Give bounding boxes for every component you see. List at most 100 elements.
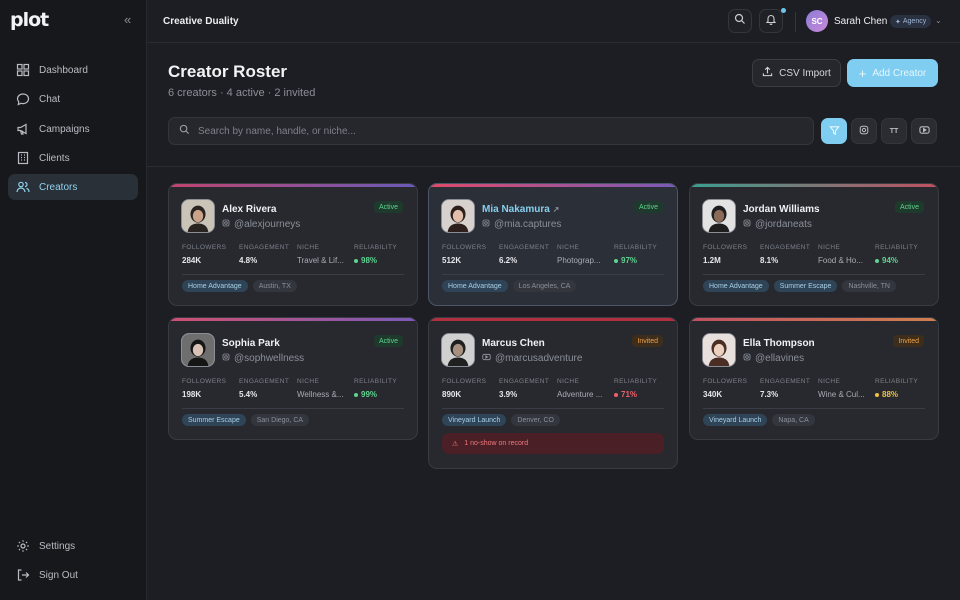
instagram-icon <box>859 125 869 137</box>
filter-tiktok-button[interactable]: TT <box>881 118 907 144</box>
instagram-icon <box>222 219 230 230</box>
creator-handle: @jordaneats <box>743 219 812 230</box>
campaign-tag[interactable]: Vineyard Launch <box>703 414 768 426</box>
sidebar-item-chat[interactable]: Chat <box>8 86 138 112</box>
card-accent-line <box>690 318 938 321</box>
external-link-icon[interactable]: ↗ <box>553 205 560 214</box>
creator-name[interactable]: Sophia Park <box>222 338 280 349</box>
sidebar-item-sign-out[interactable]: Sign Out <box>8 562 138 588</box>
status-badge: Active <box>373 201 403 213</box>
creator-card[interactable]: Marcus Chen @marcusadventure Invited FOL… <box>428 317 678 469</box>
filter-youtube-button[interactable] <box>911 118 937 144</box>
notification-dot <box>781 8 786 13</box>
followers-stat: FOLLOWERS 512K <box>442 244 487 265</box>
engagement-stat: ENGAGEMENT 4.8% <box>239 244 290 265</box>
search-icon <box>179 122 190 140</box>
building-icon <box>16 151 30 165</box>
creator-stats: FOLLOWERS 340K ENGAGEMENT 7.3% NICHE Wine &… <box>703 378 925 400</box>
search-bar <box>168 117 814 145</box>
notifications-button[interactable] <box>759 9 783 33</box>
divider <box>182 408 404 409</box>
campaign-tag[interactable]: Summer Escape <box>182 414 246 426</box>
creator-name[interactable]: Alex Rivera <box>222 204 276 215</box>
divider <box>703 274 925 275</box>
sidebar-item-clients[interactable]: Clients <box>8 145 138 171</box>
creator-card[interactable]: Alex Rivera @alexjourneys Active FOLLOWE… <box>168 183 418 306</box>
sidebar: plot « Dashboard Chat Campaigns Clients … <box>0 0 147 600</box>
campaign-tag[interactable]: Summer Escape <box>773 280 838 292</box>
sidebar-item-campaigns[interactable]: Campaigns <box>8 116 138 142</box>
reliability-dot <box>614 392 618 397</box>
collapse-sidebar-icon[interactable]: « <box>124 12 131 27</box>
status-badge: Invited <box>893 335 924 347</box>
creator-card[interactable]: Ella Thompson @ellavines Invited FOLLOWE… <box>689 317 939 440</box>
creator-avatar[interactable] <box>181 199 215 233</box>
campaign-tag[interactable]: Home Advantage <box>442 280 508 292</box>
chevron-down-icon[interactable]: ⌄ <box>935 16 942 25</box>
sidebar-item-dashboard[interactable]: Dashboard <box>8 57 138 83</box>
creator-name[interactable]: Marcus Chen <box>482 338 545 349</box>
niche-stat: NICHE Photograp... <box>557 244 601 265</box>
top-bar: Creative Duality SC Sarah Chen ✦ Agency ⌄ <box>147 0 960 43</box>
reliability-stat: RELIABILITY 97% <box>614 244 658 265</box>
campaign-tag[interactable]: Vineyard Launch <box>442 414 507 426</box>
engagement-stat: ENGAGEMENT 5.4% <box>239 378 290 399</box>
tag-list: Vineyard Launch Denver, CO <box>442 414 560 426</box>
tag-list: Home Advantage Austin, TX <box>182 280 297 292</box>
divider <box>703 408 925 409</box>
creator-handle: @sophwellness <box>222 353 304 364</box>
card-accent-line <box>429 318 677 321</box>
instagram-icon <box>743 219 751 230</box>
gear-icon <box>16 539 30 553</box>
sparkle-icon: ✦ <box>895 18 901 26</box>
user-avatar[interactable]: SC <box>806 10 828 32</box>
page-subtitle: 6 creators · 4 active · 2 invited <box>168 87 316 99</box>
tag-list: Vineyard Launch Napa, CA <box>703 414 815 426</box>
creator-avatar[interactable] <box>441 333 475 367</box>
creator-stats: FOLLOWERS 198K ENGAGEMENT 5.4% NICHE Wellne… <box>182 378 404 400</box>
niche-stat: NICHE Wine & Cul... <box>818 378 865 399</box>
creator-name[interactable]: Jordan Williams <box>743 204 820 215</box>
app-logo[interactable]: plot <box>10 9 49 31</box>
reliability-stat: RELIABILITY 88% <box>875 378 919 399</box>
upload-icon <box>762 66 773 80</box>
location-tag: Napa, CA <box>772 414 815 426</box>
card-accent-line <box>169 318 417 321</box>
instagram-icon <box>222 353 230 364</box>
reliability-dot <box>354 258 358 263</box>
campaign-tag[interactable]: Home Advantage <box>703 280 769 292</box>
sidebar-item-settings[interactable]: Settings <box>8 533 138 559</box>
user-name[interactable]: Sarah Chen <box>834 16 887 27</box>
bell-icon <box>765 12 777 30</box>
creator-avatar[interactable] <box>702 333 736 367</box>
creator-name[interactable]: Ella Thompson <box>743 338 815 349</box>
sidebar-item-label: Sign Out <box>39 569 78 581</box>
creator-card[interactable]: Jordan Williams @jordaneats Active FOLLO… <box>689 183 939 306</box>
creator-avatar[interactable] <box>181 333 215 367</box>
followers-stat: FOLLOWERS 1.2M <box>703 244 748 265</box>
creator-avatar[interactable] <box>702 199 736 233</box>
creator-name[interactable]: Mia Nakamura ↗ <box>482 204 559 215</box>
card-accent-line <box>690 184 938 187</box>
creator-handle: @marcusadventure <box>482 353 582 364</box>
csv-import-button[interactable]: CSV Import <box>752 59 841 87</box>
niche-stat: NICHE Travel & Lif... <box>297 244 344 265</box>
creator-avatar[interactable] <box>441 199 475 233</box>
search-button[interactable] <box>728 9 752 33</box>
add-creator-button[interactable]: + Add Creator <box>847 59 938 87</box>
campaign-tag[interactable]: Home Advantage <box>182 280 248 292</box>
creator-handle: @alexjourneys <box>222 219 300 230</box>
warning-icon: ⚠ <box>452 440 459 448</box>
sidebar-item-label: Clients <box>39 152 70 164</box>
creator-card[interactable]: Mia Nakamura ↗ @mia.captures Active FOLL… <box>428 183 678 306</box>
filter-instagram-button[interactable] <box>851 118 877 144</box>
chat-icon <box>16 92 30 106</box>
search-input[interactable] <box>198 125 778 137</box>
divider <box>442 274 664 275</box>
location-tag: Los Angeles, CA <box>512 280 577 292</box>
filter-all-button[interactable] <box>821 118 847 144</box>
creator-card[interactable]: Sophia Park @sophwellness Active FOLLOWE… <box>168 317 418 440</box>
divider <box>147 166 960 167</box>
grid-icon <box>16 63 30 77</box>
sidebar-item-creators[interactable]: Creators <box>8 174 138 200</box>
